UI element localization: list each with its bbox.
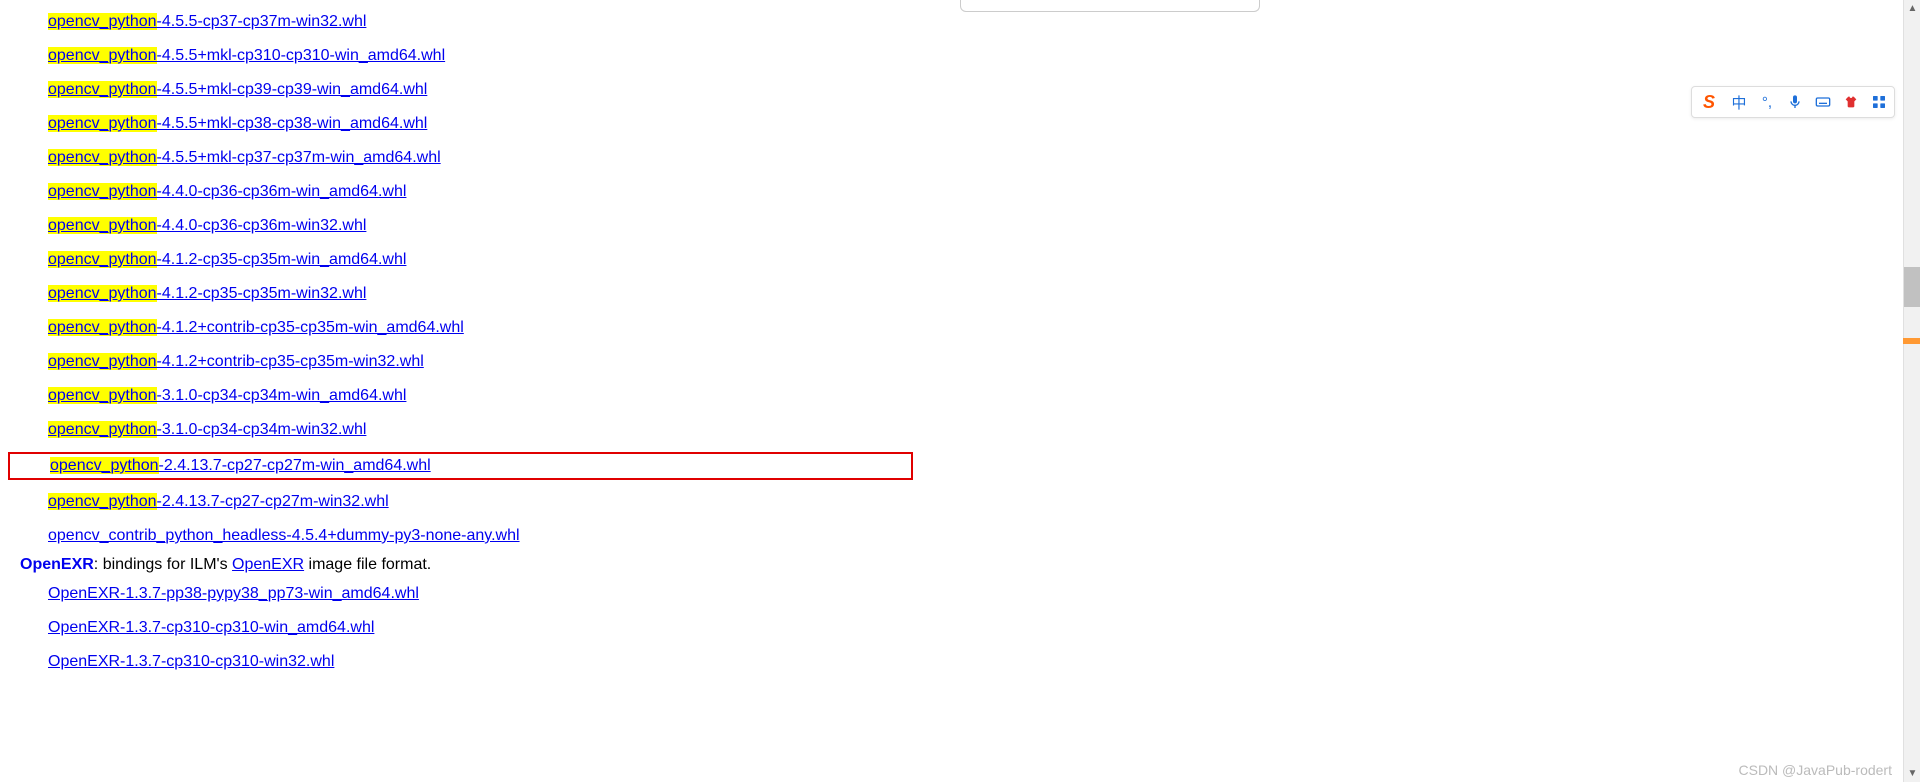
download-link[interactable]: opencv_python-2.4.13.7-cp27-cp27m-win_am… — [50, 457, 431, 474]
list-item: opencv_python-4.5.5+mkl-cp37-cp37m-win_a… — [48, 144, 1920, 172]
highlight-match: opencv_python — [48, 387, 157, 404]
highlight-match: opencv_python — [48, 183, 157, 200]
section-desc-text: image file format. — [304, 556, 431, 573]
link-suffix: -4.1.2+contrib-cp35-cp35m-win_amd64.whl — [157, 319, 464, 336]
download-link[interactable]: opencv_python-4.5.5+mkl-cp39-cp39-win_am… — [48, 81, 427, 98]
highlight-match: opencv_python — [48, 421, 157, 438]
list-item: opencv_python-4.4.0-cp36-cp36m-win32.whl — [48, 212, 1920, 240]
link-suffix: -4.5.5+mkl-cp310-cp310-win_amd64.whl — [157, 47, 446, 64]
skin-icon[interactable] — [1842, 93, 1860, 111]
scroll-track[interactable] — [1904, 17, 1920, 765]
download-link[interactable]: opencv_python-4.5.5+mkl-cp310-cp310-win_… — [48, 47, 445, 64]
list-item: opencv_python-3.1.0-cp34-cp34m-win32.whl — [48, 416, 1920, 444]
download-link[interactable]: opencv_python-4.4.0-cp36-cp36m-win32.whl — [48, 217, 366, 234]
download-link[interactable]: OpenEXR-1.3.7-pp38-pypy38_pp73-win_amd64… — [48, 585, 419, 602]
annotation-box: opencv_python-2.4.13.7-cp27-cp27m-win_am… — [8, 452, 913, 480]
download-link[interactable]: opencv_python-3.1.0-cp34-cp34m-win_amd64… — [48, 387, 406, 404]
grid-icon[interactable] — [1870, 93, 1888, 111]
link-suffix: -4.1.2+contrib-cp35-cp35m-win32.whl — [157, 353, 424, 370]
highlight-match: opencv_python — [48, 285, 157, 302]
scroll-find-marker — [1903, 338, 1920, 344]
list-item: opencv_python-4.1.2+contrib-cp35-cp35m-w… — [48, 314, 1920, 342]
link-suffix: -4.5.5+mkl-cp38-cp38-win_amd64.whl — [157, 115, 428, 132]
list-item: OpenEXR-1.3.7-cp310-cp310-win_amd64.whl — [48, 614, 1920, 642]
list-item: opencv_python-4.5.5+mkl-cp38-cp38-win_am… — [48, 110, 1920, 138]
link-suffix: -4.4.0-cp36-cp36m-win32.whl — [157, 217, 367, 234]
section-desc-text: : bindings for ILM's — [94, 556, 232, 573]
link-suffix: -4.5.5+mkl-cp37-cp37m-win_amd64.whl — [157, 149, 441, 166]
ime-punct-icon[interactable]: °, — [1758, 93, 1776, 111]
list-item: opencv_python-3.1.0-cp34-cp34m-win_amd64… — [48, 382, 1920, 410]
link-suffix: -2.4.13.7-cp27-cp27m-win_amd64.whl — [159, 457, 431, 474]
list-item: opencv_python-2.4.13.7-cp27-cp27m-win_am… — [48, 450, 1920, 482]
highlight-match: opencv_python — [48, 47, 157, 64]
highlight-match: opencv_python — [48, 13, 157, 30]
link-suffix: -2.4.13.7-cp27-cp27m-win32.whl — [157, 493, 389, 510]
download-link[interactable]: OpenEXR-1.3.7-cp310-cp310-win32.whl — [48, 653, 334, 670]
download-link[interactable]: opencv_python-4.1.2-cp35-cp35m-win32.whl — [48, 285, 366, 302]
highlight-match: opencv_python — [48, 149, 157, 166]
scroll-up-button[interactable]: ▲ — [1904, 0, 1920, 17]
highlight-match: opencv_python — [48, 115, 157, 132]
download-link[interactable]: opencv_python-4.1.2+contrib-cp35-cp35m-w… — [48, 319, 464, 336]
list-item: OpenEXR-1.3.7-pp38-pypy38_pp73-win_amd64… — [48, 580, 1920, 608]
highlight-match: opencv_python — [50, 457, 159, 474]
download-link[interactable]: opencv_python-2.4.13.7-cp27-cp27m-win32.… — [48, 493, 389, 510]
keyboard-icon[interactable] — [1814, 93, 1832, 111]
download-link[interactable]: opencv_python-4.5.5-cp37-cp37m-win32.whl — [48, 13, 366, 30]
highlight-match: opencv_python — [48, 353, 157, 370]
link-suffix: -4.1.2-cp35-cp35m-win_amd64.whl — [157, 251, 407, 268]
list-item: opencv_python-4.1.2-cp35-cp35m-win32.whl — [48, 280, 1920, 308]
sogou-logo-icon: S — [1698, 91, 1720, 113]
highlight-match: opencv_python — [48, 493, 157, 510]
list-item: OpenEXR-1.3.7-cp310-cp310-win32.whl — [48, 648, 1920, 676]
link-suffix: -3.1.0-cp34-cp34m-win_amd64.whl — [157, 387, 407, 404]
scrollbar: ▲ ▼ — [1903, 0, 1920, 782]
highlight-match: opencv_python — [48, 81, 157, 98]
list-item: opencv_python-2.4.13.7-cp27-cp27m-win32.… — [48, 488, 1920, 516]
list-item: opencv_python-4.1.2+contrib-cp35-cp35m-w… — [48, 348, 1920, 376]
download-link[interactable]: opencv_python-4.4.0-cp36-cp36m-win_amd64… — [48, 183, 406, 200]
list-item: opencv_python-4.1.2-cp35-cp35m-win_amd64… — [48, 246, 1920, 274]
link-suffix: -4.1.2-cp35-cp35m-win32.whl — [157, 285, 367, 302]
download-link[interactable]: opencv_contrib_python_headless-4.5.4+dum… — [48, 527, 520, 544]
download-link[interactable]: opencv_python-4.5.5+mkl-cp38-cp38-win_am… — [48, 115, 427, 132]
download-link[interactable]: opencv_python-4.5.5+mkl-cp37-cp37m-win_a… — [48, 149, 441, 166]
list-item: opencv_contrib_python_headless-4.5.4+dum… — [48, 522, 1920, 550]
list-item: opencv_python-4.5.5-cp37-cp37m-win32.whl — [48, 8, 1920, 36]
download-link[interactable]: opencv_python-4.1.2+contrib-cp35-cp35m-w… — [48, 353, 424, 370]
link-suffix: -4.4.0-cp36-cp36m-win_amd64.whl — [157, 183, 407, 200]
link-suffix: -4.5.5+mkl-cp39-cp39-win_amd64.whl — [157, 81, 428, 98]
list-item: opencv_python-4.5.5+mkl-cp39-cp39-win_am… — [48, 76, 1920, 104]
download-link[interactable]: opencv_python-3.1.0-cp34-cp34m-win32.whl — [48, 421, 366, 438]
link-suffix: -3.1.0-cp34-cp34m-win32.whl — [157, 421, 367, 438]
scroll-down-button[interactable]: ▼ — [1904, 765, 1920, 782]
highlight-match: opencv_python — [48, 217, 157, 234]
highlight-match: opencv_python — [48, 251, 157, 268]
section-title-link[interactable]: OpenEXR — [20, 556, 94, 573]
inline-link[interactable]: OpenEXR — [232, 556, 304, 573]
dropdown-stub — [960, 0, 1260, 12]
download-link[interactable]: opencv_python-4.1.2-cp35-cp35m-win_amd64… — [48, 251, 406, 268]
watermark: CSDN @JavaPub-rodert — [1739, 762, 1893, 778]
highlight-match: opencv_python — [48, 319, 157, 336]
ime-toolbar: S 中 °, — [1691, 86, 1895, 118]
ime-lang-toggle[interactable]: 中 — [1730, 93, 1748, 111]
list-item: opencv_python-4.5.5+mkl-cp310-cp310-win_… — [48, 42, 1920, 70]
file-list: opencv_python-4.5.5-cp37-cp37m-win32.whl… — [0, 0, 1920, 676]
section-header: OpenEXR: bindings for ILM's OpenEXR imag… — [20, 556, 1920, 574]
list-item: opencv_python-4.4.0-cp36-cp36m-win_amd64… — [48, 178, 1920, 206]
link-suffix: -4.5.5-cp37-cp37m-win32.whl — [157, 13, 367, 30]
microphone-icon[interactable] — [1786, 93, 1804, 111]
scroll-thumb[interactable] — [1904, 267, 1920, 307]
download-link[interactable]: OpenEXR-1.3.7-cp310-cp310-win_amd64.whl — [48, 619, 374, 636]
